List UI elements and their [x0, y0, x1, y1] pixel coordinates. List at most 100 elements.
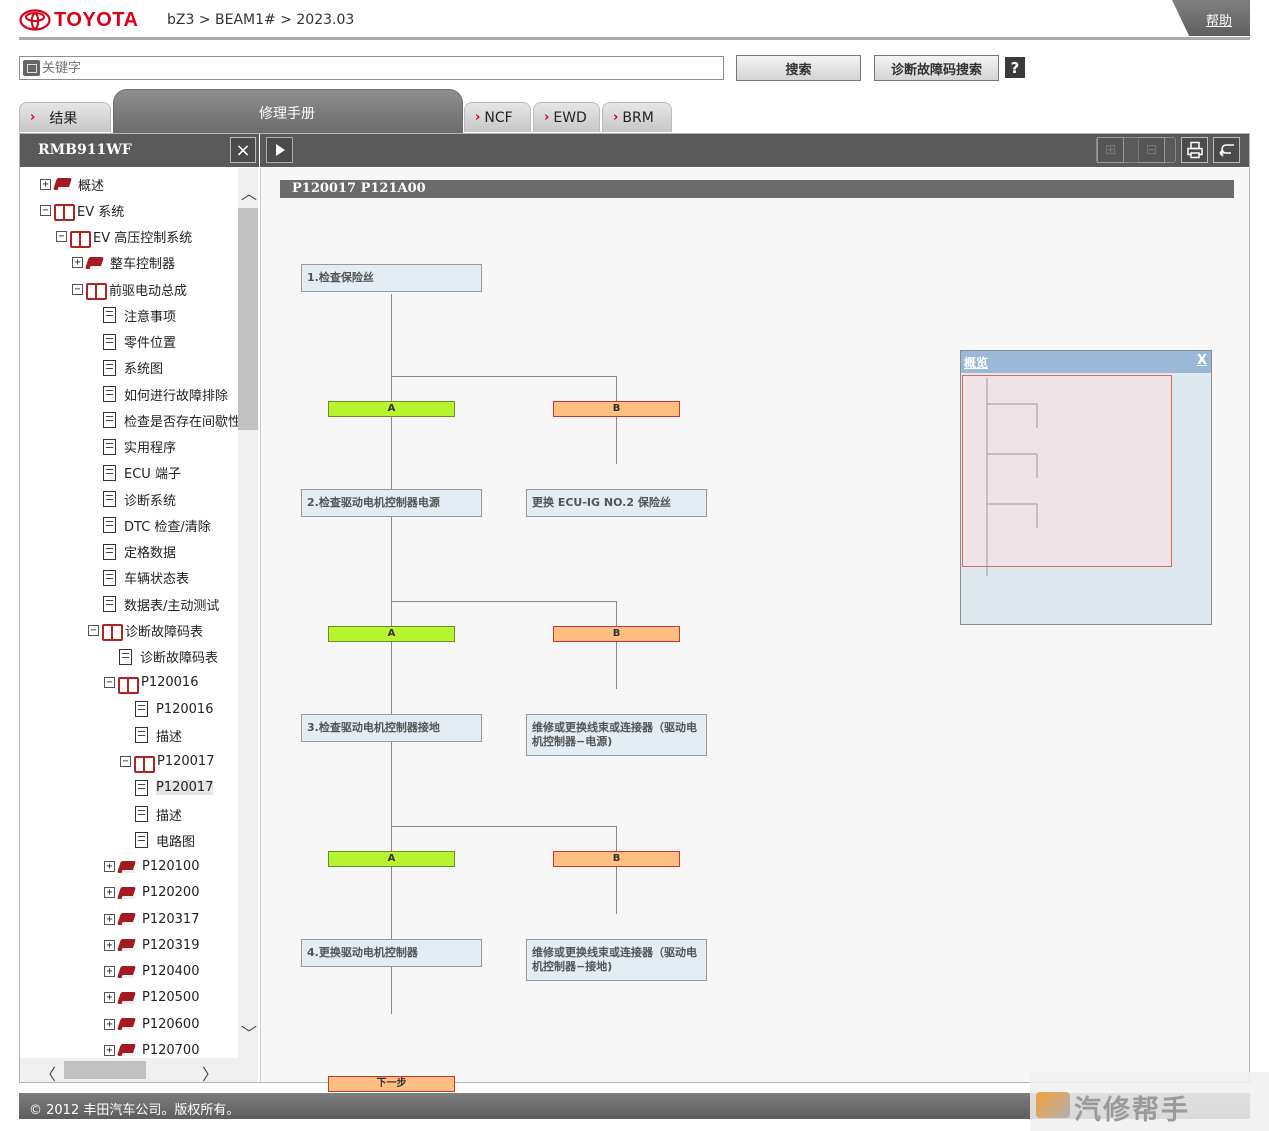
tab-ewd[interactable]: › EWD — [533, 102, 600, 132]
expand-icon[interactable]: + — [104, 992, 115, 1004]
tree-item[interactable]: + P120317 — [104, 909, 199, 929]
tree-item[interactable]: − 前驱电动总成 — [72, 279, 187, 300]
expand-icon[interactable]: + — [104, 1044, 115, 1056]
document-icon — [103, 359, 116, 376]
repair-2[interactable]: 维修或更换线束或连接器（驱动电机控制器−电源) — [526, 714, 707, 756]
tree-item[interactable]: DTC 检查/清除 — [101, 515, 211, 535]
step-4[interactable]: 4.更换驱动电机控制器 — [301, 939, 482, 967]
tree-item[interactable]: + P120500 — [104, 988, 199, 1008]
tree-item[interactable]: 实用程序 — [101, 437, 176, 457]
expand-panel-button[interactable] — [266, 137, 293, 163]
tab-ncf[interactable]: › NCF — [464, 102, 531, 132]
scroll-thumb[interactable] — [64, 1061, 146, 1079]
collapse-icon[interactable]: − — [72, 283, 83, 295]
help-label[interactable]: 帮助 — [1206, 10, 1232, 29]
chevron-up-icon[interactable]: ︿ — [241, 180, 257, 204]
tree-vertical-scrollbar[interactable]: ︿ ﹀ — [238, 168, 258, 1058]
collapse-icon[interactable]: − — [40, 204, 51, 216]
tree-item[interactable]: 零件位置 — [101, 332, 176, 352]
expand-icon[interactable]: + — [104, 966, 115, 977]
expand-icon[interactable]: + — [104, 913, 115, 925]
branch-b[interactable]: B — [553, 401, 680, 417]
tree-item[interactable]: + 概述 — [40, 174, 104, 194]
dtc-search-button[interactable]: 诊断故障码搜索 — [874, 55, 999, 81]
step-3[interactable]: 3.检查驱动电机控制器接地 — [301, 714, 482, 742]
chevron-right-icon[interactable]: 〉 — [202, 1061, 218, 1085]
document-icon — [103, 438, 116, 455]
tree-item[interactable]: 诊断故障码表 — [117, 647, 218, 667]
overview-close-button[interactable]: X — [1197, 353, 1207, 368]
tree-item[interactable]: + P120700 — [104, 1040, 199, 1058]
search-button[interactable]: 搜索 — [736, 55, 861, 81]
zoom-in-icon[interactable]: ⊞ — [1097, 137, 1124, 163]
collapse-icon[interactable]: − — [104, 677, 115, 689]
tree-item[interactable]: + P120200 — [104, 883, 199, 903]
tree-item[interactable]: 如何进行故障排除 — [101, 384, 228, 404]
tree-item[interactable]: 系统图 — [101, 358, 163, 378]
zoom-out-icon[interactable]: ⊟ — [1138, 137, 1165, 163]
scroll-thumb[interactable] — [238, 208, 258, 430]
branch-b[interactable]: B — [553, 626, 680, 642]
tab-brm[interactable]: › BRM — [602, 102, 672, 132]
overview-viewport[interactable] — [962, 375, 1172, 576]
tree-item[interactable]: 描述 — [133, 804, 182, 824]
tree-item[interactable]: + 整车控制器 — [72, 253, 175, 273]
chevron-left-icon[interactable]: 〈 — [40, 1061, 56, 1085]
chevron-down-icon[interactable]: ﹀ — [241, 1020, 257, 1044]
help-link[interactable]: 帮助 — [1172, 0, 1250, 36]
tree-item[interactable]: 数据表/主动测试 — [101, 594, 219, 614]
flow-line — [616, 826, 617, 914]
tree-item[interactable]: − EV 高压控制系统 — [56, 227, 193, 248]
tree-item[interactable]: 描述 — [133, 725, 182, 745]
tree-item[interactable]: P120017 — [133, 778, 214, 798]
branch-b[interactable]: B — [553, 851, 680, 867]
branch-a[interactable]: A — [328, 626, 455, 642]
search-input[interactable] — [42, 59, 712, 77]
expand-icon[interactable]: + — [104, 1018, 115, 1030]
expand-icon[interactable]: + — [104, 887, 115, 899]
back-icon[interactable] — [1213, 137, 1240, 163]
expand-icon[interactable]: + — [104, 861, 115, 872]
tree-horizontal-scrollbar[interactable]: 〈 〉 — [20, 1058, 258, 1085]
expand-icon[interactable]: + — [104, 939, 115, 951]
tab-label: 结果 — [49, 110, 78, 127]
expand-icon[interactable]: + — [72, 257, 83, 269]
tree-item[interactable]: P120016 — [133, 699, 213, 719]
tab-results[interactable]: › 结果 — [19, 102, 111, 132]
tree-item[interactable]: 诊断系统 — [101, 489, 176, 509]
tree-item-label: EV 高压控制系统 — [93, 231, 193, 246]
tree-item[interactable]: 注意事项 — [101, 305, 176, 325]
tree-item[interactable]: + P120600 — [104, 1014, 199, 1034]
tree-item[interactable]: + P120100 — [104, 857, 199, 877]
print-icon[interactable] — [1181, 137, 1208, 163]
overview-title[interactable]: 概览 — [964, 354, 988, 371]
tree-item[interactable]: 检查是否存在间歇性 — [101, 410, 238, 430]
collapse-icon[interactable]: − — [56, 231, 67, 242]
tree-item[interactable]: 定格数据 — [101, 542, 176, 562]
tree-item[interactable]: − EV 系统 — [40, 200, 124, 222]
repair-1[interactable]: 更换 ECU-IG NO.2 保险丝 — [526, 489, 707, 517]
book-closed-icon — [117, 937, 137, 953]
step-2[interactable]: 2.检查驱动电机控制器电源 — [301, 489, 482, 517]
expand-icon[interactable]: + — [40, 178, 51, 190]
watermark: 汽修帮手 — [1030, 1072, 1269, 1131]
branch-a[interactable]: A — [328, 851, 455, 867]
repair-3[interactable]: 维修或更换线束或连接器（驱动电机控制器−接地) — [526, 939, 707, 981]
tree-item[interactable]: 电路图 — [133, 830, 195, 850]
close-panel-button[interactable]: × — [230, 137, 256, 163]
branch-a[interactable]: A — [328, 401, 455, 417]
tree-item[interactable]: − 诊断故障码表 — [88, 620, 203, 642]
next-step[interactable]: 下一步 — [328, 1076, 455, 1092]
tree-item[interactable]: + P120400 — [104, 962, 199, 982]
tree-item[interactable]: − P120016 — [104, 673, 198, 694]
step-1[interactable]: 1.检查保险丝 — [301, 264, 482, 292]
collapse-icon[interactable]: − — [120, 756, 131, 767]
tree-item[interactable]: + P120319 — [104, 935, 199, 955]
tree-item[interactable]: 车辆状态表 — [101, 568, 189, 588]
tab-repair-manual[interactable]: 修理手册 — [113, 89, 463, 133]
help-question-icon[interactable]: ? — [1005, 57, 1025, 78]
tree-item[interactable]: ECU 端子 — [101, 463, 181, 483]
search-box[interactable] — [19, 56, 724, 80]
collapse-icon[interactable]: − — [88, 624, 99, 636]
tree-item[interactable]: − P120017 — [120, 752, 214, 773]
